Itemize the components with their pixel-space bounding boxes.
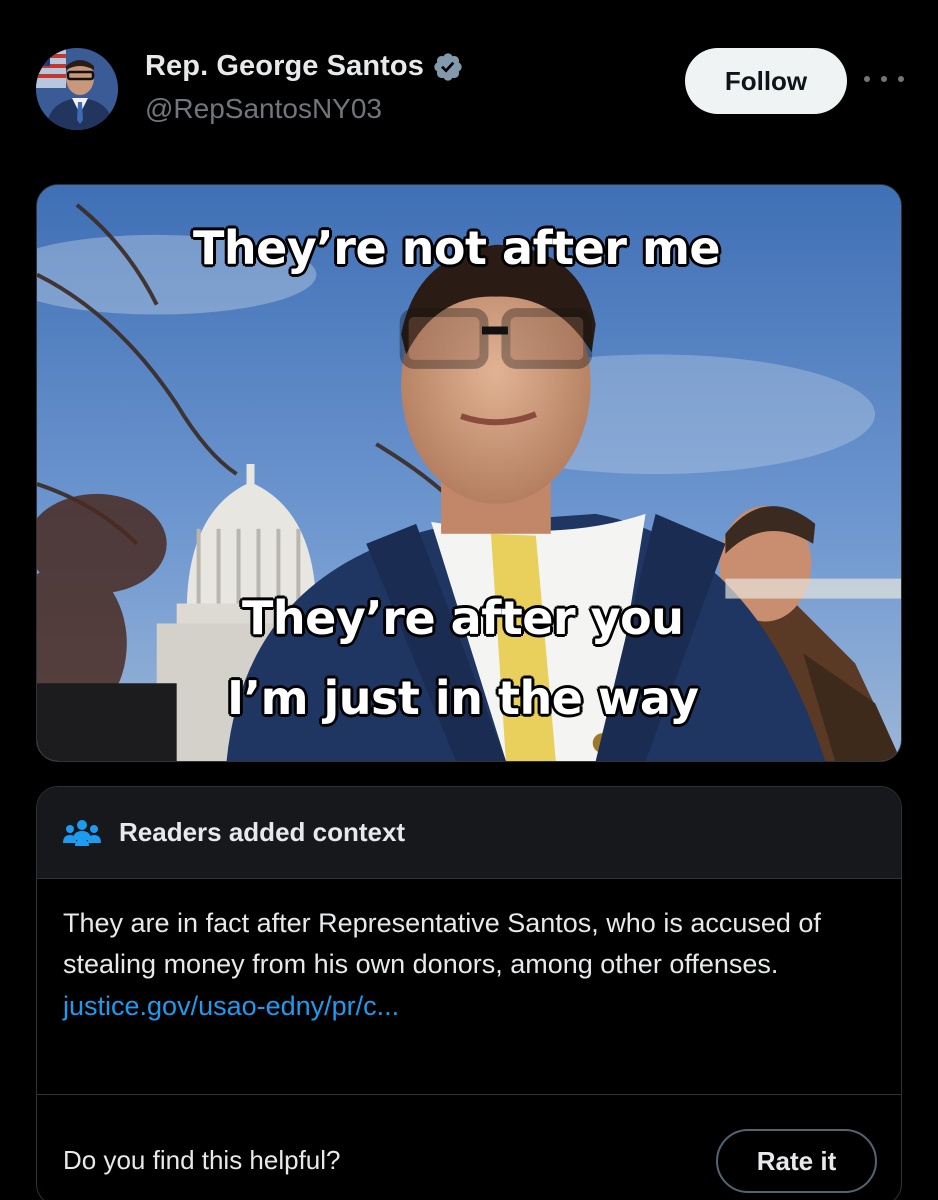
community-note-body: They are in fact after Representative Sa… bbox=[37, 879, 901, 1095]
verified-badge-icon bbox=[434, 52, 462, 81]
tweet-media-image[interactable]: They’re not after me They’re after you I… bbox=[36, 184, 902, 762]
author-handle[interactable]: @RepSantosNY03 bbox=[145, 93, 382, 125]
community-note-footer: Do you find this helpful? Rate it bbox=[37, 1095, 901, 1200]
meme-caption-top: They’re not after me bbox=[193, 221, 721, 275]
more-horizontal-icon[interactable] bbox=[864, 64, 904, 94]
rate-it-button[interactable]: Rate it bbox=[716, 1129, 877, 1193]
follow-button[interactable]: Follow bbox=[685, 48, 847, 114]
meme-caption-middle: They’re after you bbox=[242, 591, 684, 645]
people-icon bbox=[63, 819, 101, 846]
tweet-header: Rep. George Santos @RepSantosNY03 Follow bbox=[0, 0, 938, 170]
author-avatar[interactable] bbox=[36, 48, 118, 130]
community-note-header: Readers added context bbox=[37, 787, 901, 879]
community-note: Readers added context They are in fact a… bbox=[36, 786, 902, 1200]
meme-caption-bottom: I’m just in the way bbox=[227, 671, 699, 725]
avatar-photo bbox=[36, 48, 118, 130]
community-note-source-link[interactable]: justice.gov/usao-edny/pr/c... bbox=[63, 986, 875, 1026]
community-note-title: Readers added context bbox=[119, 817, 406, 847]
helpful-prompt: Do you find this helpful? bbox=[63, 1145, 341, 1175]
community-note-text: They are in fact after Representative Sa… bbox=[63, 908, 821, 979]
author-display-name[interactable]: Rep. George Santos bbox=[145, 50, 424, 83]
